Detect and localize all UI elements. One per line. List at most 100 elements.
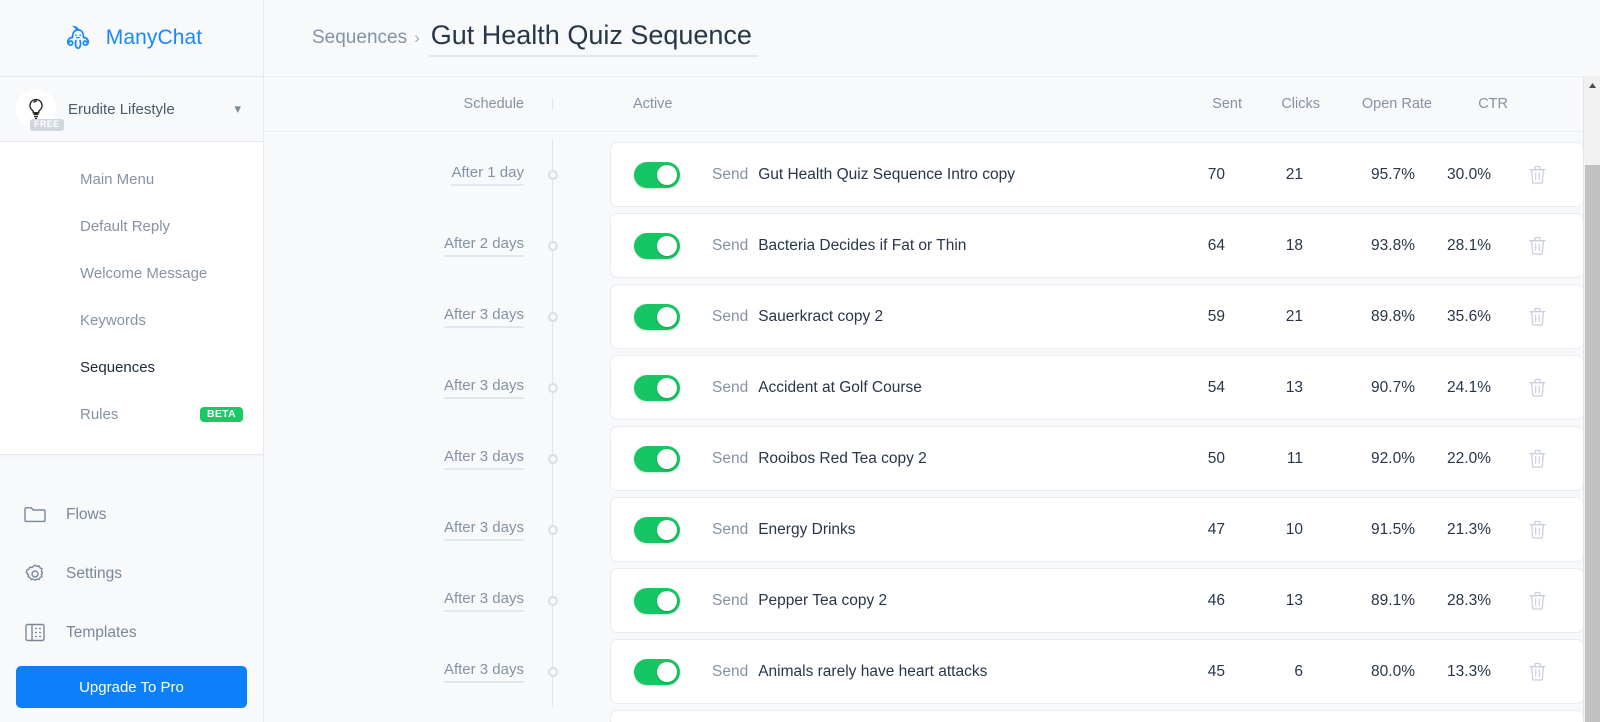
sidebar-item-templates[interactable]: Templates: [0, 603, 263, 662]
timeline-node[interactable]: [548, 596, 558, 606]
active-toggle[interactable]: [634, 517, 680, 543]
sent-value: 50: [1151, 450, 1225, 468]
sidebar-item-label: Default Reply: [80, 218, 170, 235]
timeline-node[interactable]: [548, 241, 558, 251]
row-schedule-cell: After 3 days: [264, 636, 552, 707]
active-toggle[interactable]: [634, 659, 680, 685]
timeline-connector: [552, 281, 592, 352]
sidebar-item-sequences[interactable]: Sequences: [0, 344, 263, 391]
timeline-node[interactable]: [548, 667, 558, 677]
trash-icon[interactable]: [1491, 378, 1583, 397]
sidebar-item-rules[interactable]: Rules BETA: [0, 391, 263, 438]
active-toggle[interactable]: [634, 375, 680, 401]
trash-icon[interactable]: [1491, 165, 1583, 184]
folder-icon: [22, 504, 48, 525]
schedule-delay[interactable]: After 1 day: [451, 164, 524, 186]
message-card: SendRooibos Red Tea copy 2501192.0%22.0%: [610, 426, 1584, 491]
scroll-up-arrow-icon[interactable]: [1584, 77, 1600, 94]
trash-icon[interactable]: [1491, 449, 1583, 468]
sidebar-item-default-reply[interactable]: Default Reply: [0, 203, 263, 250]
ctr-value: 30.0%: [1415, 166, 1491, 184]
open-rate-value: 80.0%: [1303, 663, 1415, 681]
trash-icon[interactable]: [1491, 520, 1583, 539]
active-toggle[interactable]: [634, 304, 680, 330]
schedule-delay[interactable]: After 3 days: [444, 306, 524, 328]
message-title[interactable]: Pepper Tea copy 2: [758, 592, 887, 610]
schedule-delay[interactable]: After 3 days: [444, 377, 524, 399]
timeline-connector: [552, 565, 592, 636]
timeline-connector: [552, 139, 592, 210]
timeline-node[interactable]: [548, 525, 558, 535]
trash-icon[interactable]: [1491, 662, 1583, 681]
beta-badge: BETA: [200, 407, 243, 423]
brand-name: ManyChat: [106, 26, 203, 50]
sent-value: 70: [1151, 166, 1225, 184]
account-switcher[interactable]: FREE Erudite Lifestyle ▾: [0, 77, 263, 142]
active-toggle[interactable]: [634, 162, 680, 188]
breadcrumb[interactable]: Sequences: [312, 27, 407, 49]
message-title[interactable]: Sauerkract copy 2: [758, 308, 883, 326]
message-title[interactable]: Rooibos Red Tea copy 2: [758, 450, 927, 468]
schedule-delay[interactable]: After 3 days: [444, 661, 524, 683]
active-toggle[interactable]: [634, 233, 680, 259]
sidebar-group-automation[interactable]: Automation: [0, 142, 263, 156]
trash-icon[interactable]: [1491, 236, 1583, 255]
timeline-connector: [552, 494, 592, 565]
sidebar-item-label: Main Menu: [80, 171, 154, 188]
send-label: Send: [712, 450, 748, 468]
row-schedule-cell: After 3 days: [264, 352, 552, 423]
page-title[interactable]: Gut Health Quiz Sequence: [429, 19, 758, 57]
sidebar-item-label: Rules: [80, 406, 118, 423]
ctr-value: 28.1%: [1415, 237, 1491, 255]
sequence-table: Schedule Active Sent Clicks Open Rate CT…: [264, 77, 1600, 722]
sidebar-item-welcome-message[interactable]: Welcome Message: [0, 250, 263, 297]
sidebar-item-keywords[interactable]: Keywords: [0, 297, 263, 344]
sidebar-item-flows[interactable]: Flows: [0, 485, 263, 544]
message-title[interactable]: Energy Drinks: [758, 521, 855, 539]
clicks-value: 21: [1225, 308, 1303, 326]
message-title[interactable]: Bacteria Decides if Fat or Thin: [758, 237, 966, 255]
schedule-delay[interactable]: After 3 days: [444, 590, 524, 612]
timeline-node[interactable]: [548, 170, 558, 180]
timeline-node[interactable]: [548, 454, 558, 464]
active-toggle[interactable]: [634, 446, 680, 472]
table-header-row: Schedule Active Sent Clicks Open Rate CT…: [264, 77, 1600, 132]
sidebar-item-label: Keywords: [80, 312, 146, 329]
trash-icon[interactable]: [1491, 307, 1583, 326]
send-label: Send: [712, 166, 748, 184]
column-header-schedule: Schedule: [264, 96, 552, 112]
trash-icon[interactable]: [1491, 591, 1583, 610]
send-label: Send: [712, 379, 748, 397]
sidebar: ManyChat FREE Erudite Lifestyle ▾: [0, 0, 264, 722]
timeline-node[interactable]: [548, 383, 558, 393]
sidebar-item-label: Sequences: [80, 359, 155, 376]
scrollbar-thumb[interactable]: [1585, 165, 1600, 722]
table-body: After 1 day Send Gut Health Quiz Sequence …: [264, 132, 1600, 722]
active-toggle[interactable]: [634, 588, 680, 614]
sidebar-item-main-menu[interactable]: Main Menu: [0, 156, 263, 203]
schedule-delay[interactable]: After 2 days: [444, 235, 524, 257]
message-title[interactable]: Accident at Golf Course: [758, 379, 922, 397]
message-title[interactable]: Animals rarely have heart attacks: [758, 663, 987, 681]
row-schedule-cell: After 3 days: [264, 565, 552, 636]
upgrade-to-pro-button[interactable]: Upgrade To Pro: [16, 666, 247, 708]
column-header-active: Active: [592, 96, 832, 112]
schedule-delay[interactable]: After 3 days: [444, 519, 524, 541]
sidebar-item-label: Templates: [66, 624, 137, 642]
clicks-value: 13: [1225, 379, 1303, 397]
main-scrollbar[interactable]: [1583, 77, 1600, 722]
message-card: SendBacteria Decides if Fat or Thin64189…: [610, 213, 1584, 278]
clicks-value: 18: [1225, 237, 1303, 255]
row-schedule-cell: After 2 days: [264, 210, 552, 281]
brand-header[interactable]: ManyChat: [0, 0, 263, 77]
schedule-delay[interactable]: After 3 days: [444, 448, 524, 470]
automation-panel: Automation Main Menu Default Reply Welco…: [0, 142, 263, 455]
chevron-down-icon[interactable]: ▾: [234, 101, 241, 117]
timeline-node[interactable]: [548, 312, 558, 322]
ctr-value: 35.6%: [1415, 308, 1491, 326]
sidebar-item-settings[interactable]: Settings: [0, 544, 263, 603]
message-card: SendPepper Tea copy 2461389.1%28.3%: [610, 568, 1584, 633]
sidebar-nav-scroll: Automation Main Menu Default Reply Welco…: [0, 142, 263, 471]
table-row: After 1 day Send Gut Health Quiz Sequence …: [264, 139, 1600, 210]
message-title[interactable]: Gut Health Quiz Sequence Intro copy: [758, 166, 1015, 184]
